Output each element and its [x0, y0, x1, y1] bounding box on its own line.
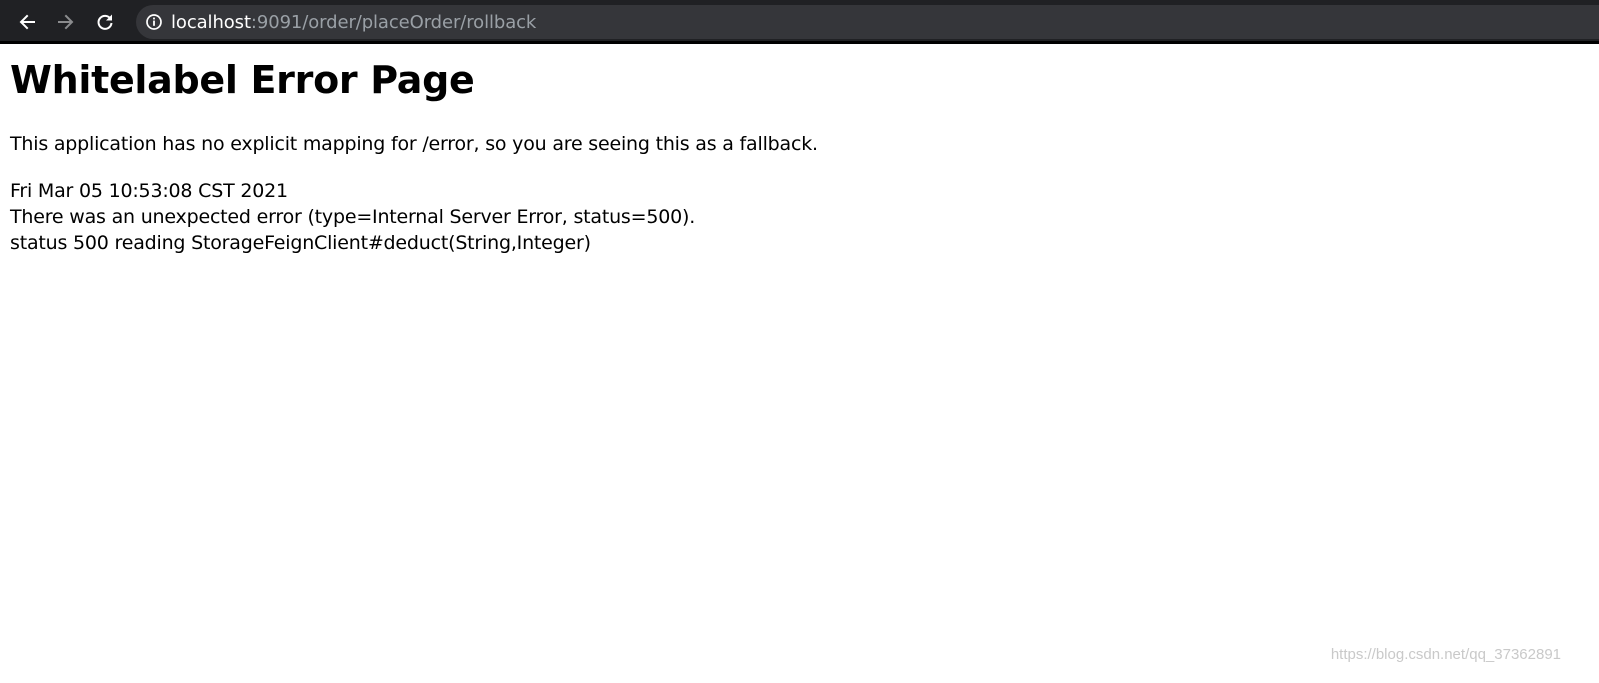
error-summary: There was an unexpected error (type=Inte…: [10, 206, 696, 228]
error-timestamp: Fri Mar 05 10:53:08 CST 2021: [10, 180, 288, 202]
url-path: :9091/order/placeOrder/rollback: [250, 11, 537, 33]
arrow-left-icon: [19, 14, 35, 30]
address-bar[interactable]: localhost:9091/order/placeOrder/rollback: [136, 5, 1599, 39]
back-button[interactable]: [13, 8, 41, 36]
arrow-right-icon: [58, 14, 74, 30]
reload-button[interactable]: [91, 8, 119, 36]
reload-icon: [97, 14, 113, 30]
url-host: localhost: [171, 11, 251, 33]
forward-button[interactable]: [52, 8, 80, 36]
browser-toolbar: localhost:9091/order/placeOrder/rollback: [0, 0, 1599, 44]
error-details: Fri Mar 05 10:53:08 CST 2021 There was a…: [10, 178, 695, 256]
site-info-icon[interactable]: [145, 13, 163, 31]
fallback-message: This application has no explicit mapping…: [10, 133, 818, 155]
error-detail: status 500 reading StorageFeignClient#de…: [10, 232, 591, 254]
url-text[interactable]: localhost:9091/order/placeOrder/rollback: [171, 12, 536, 33]
page-title: Whitelabel Error Page: [10, 58, 475, 102]
watermark: https://blog.csdn.net/qq_37362891: [1330, 646, 1561, 663]
